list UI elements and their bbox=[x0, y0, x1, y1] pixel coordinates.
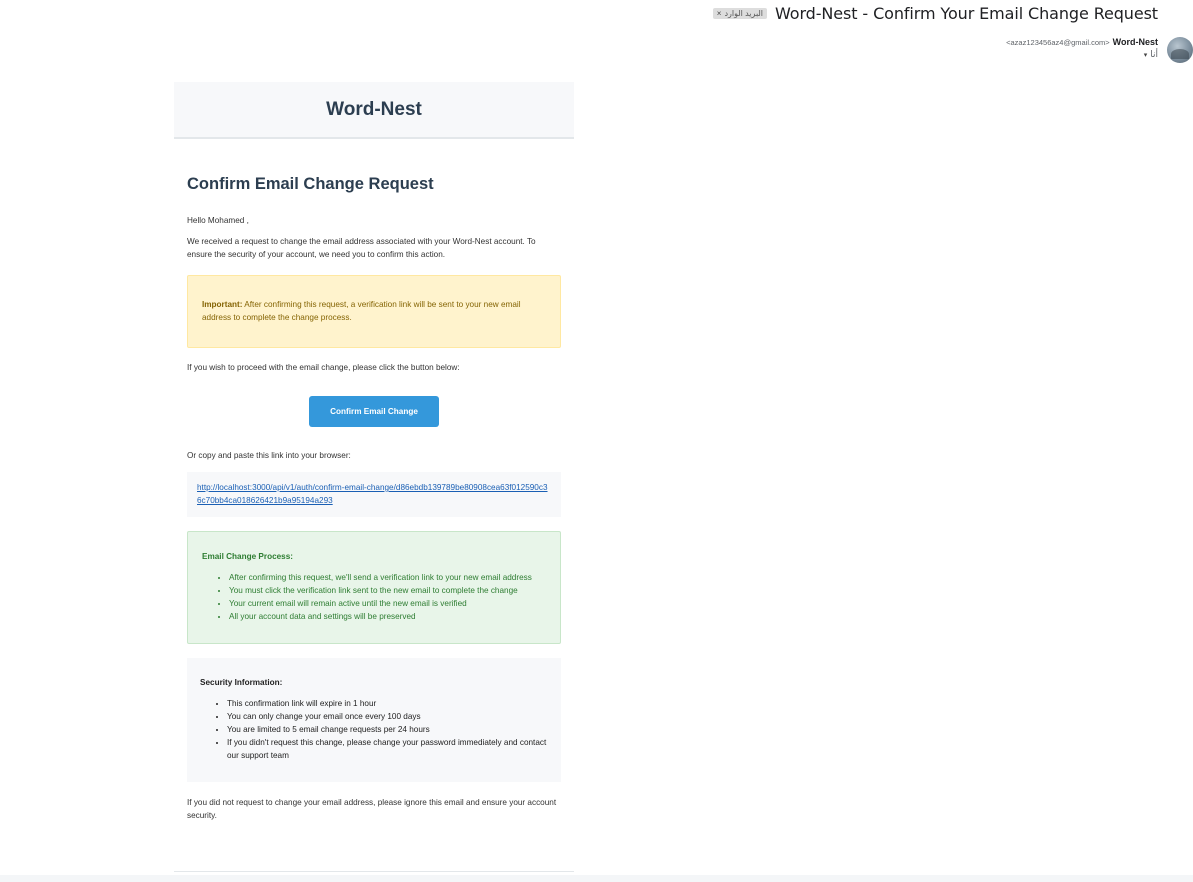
important-notice: Important: After confirming this request… bbox=[187, 275, 561, 348]
page-bottom-bar bbox=[0, 875, 1193, 882]
email-subject: Word-Nest - Confirm Your Email Change Re… bbox=[775, 4, 1158, 23]
process-title: Email Change Process: bbox=[202, 552, 294, 561]
recipient-row[interactable]: أنا ▾ bbox=[1144, 49, 1158, 60]
subject-row: Word-Nest - Confirm Your Email Change Re… bbox=[712, 4, 1158, 23]
security-item: This confirmation link will expire in 1 … bbox=[227, 697, 548, 710]
process-list: After confirming this request, we'll sen… bbox=[202, 571, 546, 623]
email-content: Confirm Email Change Request Hello Moham… bbox=[174, 175, 574, 822]
inbox-label-chip[interactable]: البريد الوارد × bbox=[712, 8, 768, 19]
sender-email: <azaz123456az4@gmail.com> bbox=[1006, 38, 1110, 47]
remove-label-icon[interactable]: × bbox=[717, 9, 722, 18]
inbox-label-text: البريد الوارد bbox=[724, 9, 764, 18]
recipient-details-chevron-icon[interactable]: ▾ bbox=[1144, 51, 1148, 59]
security-information-box: Security Information: This confirmation … bbox=[187, 658, 561, 782]
greeting: Hello Mohamed , bbox=[187, 216, 249, 225]
security-title: Security Information: bbox=[200, 678, 283, 687]
sender-avatar[interactable] bbox=[1167, 37, 1193, 63]
proceed-paragraph: If you wish to proceed with the email ch… bbox=[187, 363, 460, 372]
email-change-process-box: Email Change Process: After confirming t… bbox=[187, 531, 561, 644]
process-item: Your current email will remain active un… bbox=[229, 597, 546, 610]
security-item: If you didn't request this change, pleas… bbox=[227, 736, 548, 762]
confirmation-link[interactable]: http://localhost:3000/api/v1/auth/confir… bbox=[197, 481, 551, 507]
important-text: After confirming this request, a verific… bbox=[202, 300, 521, 322]
security-list: This confirmation link will expire in 1 … bbox=[200, 697, 548, 762]
process-item: All your account data and settings will … bbox=[229, 610, 546, 623]
copy-link-paragraph: Or copy and paste this link into your br… bbox=[187, 451, 351, 460]
button-container: Confirm Email Change bbox=[187, 396, 561, 427]
email-title: Confirm Email Change Request bbox=[187, 175, 434, 193]
sender-name[interactable]: Word-Nest bbox=[1113, 37, 1158, 47]
recipient-label: أنا bbox=[1150, 49, 1158, 59]
security-item: You can only change your email once ever… bbox=[227, 710, 548, 723]
confirmation-link-box: http://localhost:3000/api/v1/auth/confir… bbox=[187, 472, 561, 517]
email-header: Word-Nest bbox=[174, 82, 574, 139]
confirm-email-change-button[interactable]: Confirm Email Change bbox=[309, 396, 439, 427]
brand-logo-text: Word-Nest bbox=[326, 98, 422, 120]
sender-row: Word-Nest <azaz123456az4@gmail.com> bbox=[1006, 37, 1158, 47]
footer-note: If you did not request to change your em… bbox=[187, 798, 557, 820]
email-footer-divider bbox=[174, 871, 574, 872]
security-item: You are limited to 5 email change reques… bbox=[227, 723, 548, 736]
important-label: Important: bbox=[202, 300, 243, 309]
email-body: Word-Nest Confirm Email Change Request H… bbox=[174, 82, 574, 882]
intro-paragraph: We received a request to change the emai… bbox=[187, 237, 536, 259]
process-item: After confirming this request, we'll sen… bbox=[229, 571, 546, 584]
process-item: You must click the verification link sen… bbox=[229, 584, 546, 597]
